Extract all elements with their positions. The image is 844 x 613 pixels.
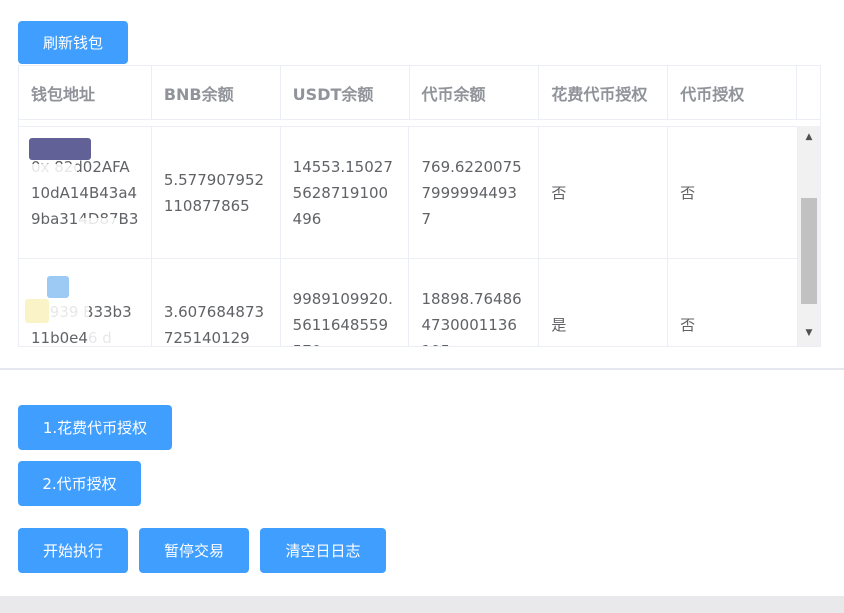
- header-usdt-balance: USDT余额: [281, 66, 410, 119]
- redaction-blur: [89, 325, 133, 346]
- token-approval-cell: 否: [668, 127, 797, 258]
- usdt-balance: 9989109920.5611648559570: [292, 289, 393, 347]
- bnb-balance: 3.607684873725140129: [163, 302, 265, 347]
- scroll-up-icon[interactable]: ▲: [798, 128, 820, 146]
- redaction-blur: [79, 218, 119, 240]
- redaction-blur: [25, 299, 49, 323]
- pause-trading-button[interactable]: 暂停交易: [139, 528, 249, 573]
- token-approval-button[interactable]: 2.代币授权: [18, 461, 141, 506]
- token-balance: 18898.764864730001136195: [421, 289, 522, 347]
- spend-approval-cell: 是: [539, 259, 669, 346]
- bnb-balance-cell: 3.607684873725140129: [152, 259, 281, 346]
- redaction-blur: [29, 138, 91, 160]
- token-approval-status: 否: [680, 183, 696, 202]
- spend-approval-status: 否: [551, 183, 567, 202]
- redaction-blur: [47, 276, 69, 298]
- bottom-strip: [0, 596, 844, 613]
- refresh-wallet-button[interactable]: 刷新钱包: [18, 21, 128, 64]
- token-balance-cell: 18898.764864730001136195: [409, 259, 540, 347]
- header-bnb-balance: BNB余额: [152, 66, 281, 119]
- token-approval-cell: 否: [668, 259, 797, 346]
- table-vertical-scrollbar[interactable]: ▲ ▼: [797, 126, 820, 346]
- start-execution-button[interactable]: 开始执行: [18, 528, 128, 573]
- bnb-balance-cell: 5.577907952110877865: [152, 127, 281, 258]
- table-row: 0x 82d02AFA 10dA14B43a49ba314D87B3 5.577…: [19, 127, 797, 259]
- header-token-balance: 代币余额: [410, 66, 540, 119]
- wallet-address-cell: 0x 82d02AFA 10dA14B43a49ba314D87B3: [19, 127, 152, 258]
- scrollbar-thumb[interactable]: [801, 198, 817, 304]
- table-header: 钱包地址 BNB余额 USDT余额 代币余额 花费代币授权 代币授权: [19, 66, 820, 120]
- header-wallet-address: 钱包地址: [19, 66, 152, 119]
- spend-approval-cell: 否: [539, 127, 669, 258]
- token-approval-status: 否: [680, 315, 696, 334]
- header-token-approval: 代币授权: [668, 66, 798, 119]
- token-balance-cell: 769.622007579999944937: [409, 127, 540, 258]
- section-divider: [0, 368, 844, 370]
- token-balance: 769.622007579999944937: [421, 157, 522, 228]
- table-row: e8939 B33b311b0e46 d 3.60768487372514012…: [19, 259, 797, 346]
- clear-log-button[interactable]: 清空日日志: [260, 528, 386, 573]
- table-body: 0x 82d02AFA 10dA14B43a49ba314D87B3 5.577…: [19, 126, 797, 346]
- header-spend-token-approval: 花费代币授权: [539, 66, 669, 119]
- scroll-down-icon[interactable]: ▼: [798, 324, 820, 342]
- wallet-page: 刷新钱包 钱包地址 BNB余额 USDT余额 代币余额 花费代币授权 代币授权 …: [0, 0, 844, 613]
- redaction-blur: [29, 164, 77, 186]
- usdt-balance: 14553.150275628719100496: [292, 157, 393, 228]
- usdt-balance-cell: 9989109920.5611648559570: [281, 259, 410, 346]
- spend-approval-status: 是: [551, 315, 567, 334]
- header-gutter: [797, 66, 820, 119]
- wallet-table: 钱包地址 BNB余额 USDT余额 代币余额 花费代币授权 代币授权 0x 82…: [18, 65, 821, 347]
- wallet-address-cell: e8939 B33b311b0e46 d: [19, 259, 152, 346]
- bnb-balance: 5.577907952110877865: [163, 170, 265, 215]
- spend-token-approval-button[interactable]: 1.花费代币授权: [18, 405, 172, 450]
- redaction-blur: [49, 299, 89, 323]
- usdt-balance-cell: 14553.150275628719100496: [281, 127, 410, 258]
